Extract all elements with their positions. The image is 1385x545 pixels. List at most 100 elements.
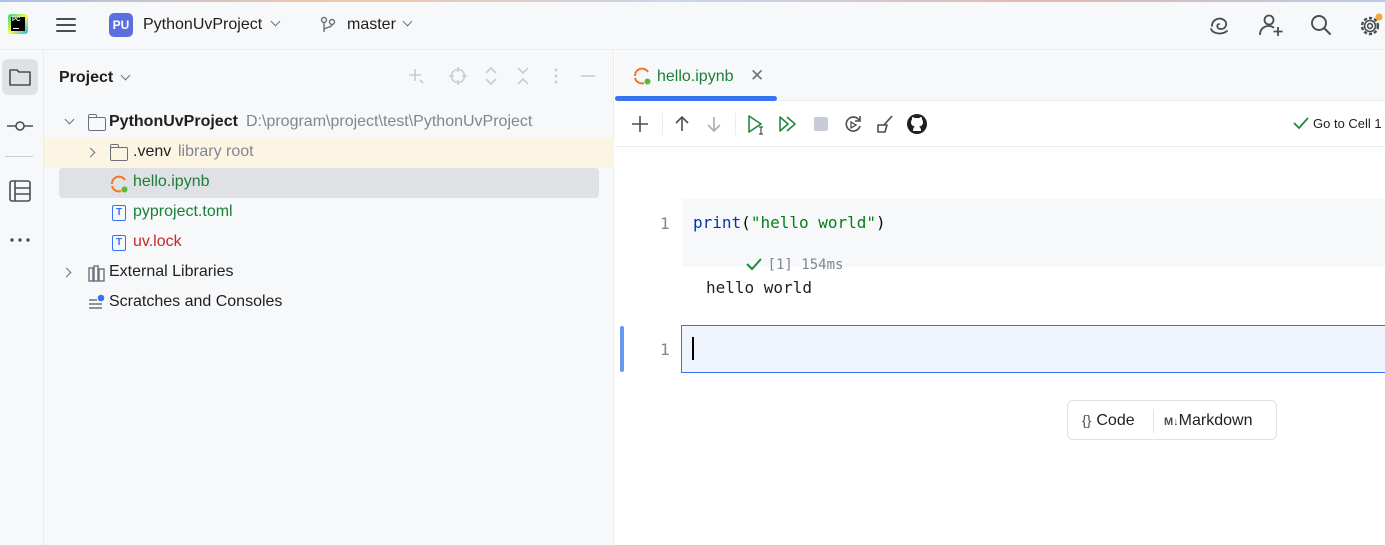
close-icon[interactable]: ✕ xyxy=(750,66,764,86)
pill-divider xyxy=(1153,409,1154,433)
move-cell-down-icon[interactable] xyxy=(703,113,725,135)
new-file-icon[interactable] xyxy=(406,66,426,86)
tool-divider xyxy=(5,156,33,157)
commit-tool-button[interactable] xyxy=(2,108,38,144)
add-markdown-label: Markdown xyxy=(1178,412,1253,429)
markdown-icon: M↓ xyxy=(1164,416,1179,428)
settings-icon[interactable] xyxy=(1357,12,1383,38)
text-file-icon: T xyxy=(112,235,126,251)
folder-icon xyxy=(109,144,128,161)
tree-item-label: uv.lock xyxy=(133,233,182,250)
folder-icon xyxy=(87,114,106,131)
run-all-icon[interactable] xyxy=(777,113,799,135)
project-tool-button[interactable] xyxy=(2,59,38,95)
chevron-down-icon[interactable] xyxy=(120,70,131,81)
add-cell-pill: {} Code M↓Markdown xyxy=(1067,400,1277,440)
chevron-down-icon[interactable] xyxy=(270,16,281,27)
execution-count-time: [1] 154ms xyxy=(767,257,844,273)
tree-item-venv[interactable]: .venv library root xyxy=(44,138,614,168)
add-cell-icon[interactable] xyxy=(629,113,651,135)
editor-tab-label: hello.ipynb xyxy=(657,68,734,85)
tree-item-label: hello.ipynb xyxy=(133,173,210,190)
active-cell-marker xyxy=(620,326,624,372)
notification-dot xyxy=(1375,13,1383,21)
go-to-cell-button[interactable]: Go to Cell 1 xyxy=(1293,116,1382,131)
title-bar: PC PU PythonUvProject master xyxy=(0,0,1385,50)
add-user-icon[interactable] xyxy=(1258,12,1284,38)
text-cursor xyxy=(692,337,694,360)
tree-item-notebook[interactable]: hello.ipynb xyxy=(59,168,599,198)
jetbrains-ai-icon[interactable] xyxy=(1207,12,1233,38)
tree-item-label: pyproject.toml xyxy=(133,203,233,220)
tree-item-external-libraries[interactable]: External Libraries xyxy=(44,258,614,288)
tree-item-uvlock[interactable]: T uv.lock xyxy=(44,228,614,258)
chevron-down-icon[interactable] xyxy=(402,16,413,27)
tree-item-path: D:\program\project\test\PythonUvProject xyxy=(246,113,533,130)
go-to-cell-label: Go to Cell 1 xyxy=(1313,116,1382,131)
text-file-icon: T xyxy=(112,205,126,221)
more-tool-windows-button[interactable] xyxy=(2,222,38,258)
more-icon xyxy=(10,238,30,242)
locate-icon[interactable] xyxy=(448,66,468,86)
branch-switcher[interactable]: master xyxy=(347,16,396,34)
pycharm-logo-icon[interactable]: PC xyxy=(8,14,28,34)
code-line[interactable]: print("hello world") xyxy=(693,213,886,232)
cell-output: hello world xyxy=(706,278,812,297)
add-markdown-cell-button[interactable]: M↓Markdown xyxy=(1164,412,1252,430)
add-code-cell-button[interactable]: {} Code xyxy=(1082,412,1135,430)
options-icon[interactable] xyxy=(546,66,566,86)
notebook-editor: hello.ipynb ✕ Go to Cell 1 1 print("hell… xyxy=(615,50,1385,545)
check-icon xyxy=(745,258,762,271)
project-panel: Project PythonUvProject D:\program\proje… xyxy=(44,50,614,545)
tree-item-label: PythonUvProject xyxy=(109,113,238,130)
stop-icon[interactable] xyxy=(810,113,832,135)
code-cell-1[interactable]: print("hello world") [1] 154ms xyxy=(682,199,1385,273)
tree-item-label: External Libraries xyxy=(109,263,234,280)
move-cell-up-icon[interactable] xyxy=(671,113,693,135)
chevron-right-icon[interactable] xyxy=(85,147,96,158)
code-token-string: "hello world" xyxy=(750,213,877,232)
tool-window-strip xyxy=(0,50,44,545)
main-menu-icon[interactable] xyxy=(56,15,78,35)
jupyter-icon xyxy=(634,67,651,85)
jupyter-icon xyxy=(111,175,128,193)
line-number: 1 xyxy=(660,214,670,233)
run-cell-icon[interactable] xyxy=(745,113,767,135)
code-token-function: print xyxy=(693,213,742,232)
chevron-down-icon[interactable] xyxy=(64,114,75,125)
braces-icon: {} xyxy=(1082,412,1092,428)
tree-item-hint: library root xyxy=(178,143,254,160)
tree-item-pyproject[interactable]: T pyproject.toml xyxy=(44,198,614,228)
branch-icon[interactable] xyxy=(320,16,336,34)
project-switcher[interactable]: PythonUvProject xyxy=(143,16,262,34)
editor-tab-hello[interactable]: hello.ipynb ✕ xyxy=(615,50,777,101)
chevron-right-icon[interactable] xyxy=(61,267,72,278)
tree-item-label: .venv xyxy=(133,143,172,160)
add-code-label: Code xyxy=(1096,412,1135,429)
project-panel-title[interactable]: Project xyxy=(59,69,113,87)
project-folder-icon xyxy=(9,69,31,86)
code-token-paren: ) xyxy=(876,213,886,232)
tree-item-root[interactable]: PythonUvProject D:\program\project\test\… xyxy=(44,108,614,138)
restart-kernel-icon[interactable] xyxy=(842,113,864,135)
title-bar-accent xyxy=(0,0,1385,2)
line-number: 1 xyxy=(660,340,670,359)
github-icon[interactable] xyxy=(906,113,928,135)
library-icon xyxy=(88,265,105,282)
collapse-all-icon[interactable] xyxy=(513,66,533,86)
project-badge[interactable]: PU xyxy=(109,13,133,37)
notebook-toolbar: Go to Cell 1 xyxy=(615,101,1385,147)
editor-tab-bar: hello.ipynb ✕ xyxy=(615,50,1385,101)
hide-panel-icon[interactable] xyxy=(578,66,598,86)
tree-item-scratches[interactable]: Scratches and Consoles xyxy=(44,288,614,318)
code-cell-2[interactable] xyxy=(681,325,1385,373)
check-icon xyxy=(1293,117,1309,130)
code-token-paren: ( xyxy=(741,213,751,232)
scratches-icon xyxy=(89,294,105,309)
search-icon[interactable] xyxy=(1308,12,1334,38)
expand-all-icon[interactable] xyxy=(481,66,501,86)
tree-item-label: Scratches and Consoles xyxy=(109,293,283,310)
clear-outputs-icon[interactable] xyxy=(874,113,896,135)
toolbar-divider xyxy=(662,113,663,135)
structure-tool-button[interactable] xyxy=(2,173,38,209)
